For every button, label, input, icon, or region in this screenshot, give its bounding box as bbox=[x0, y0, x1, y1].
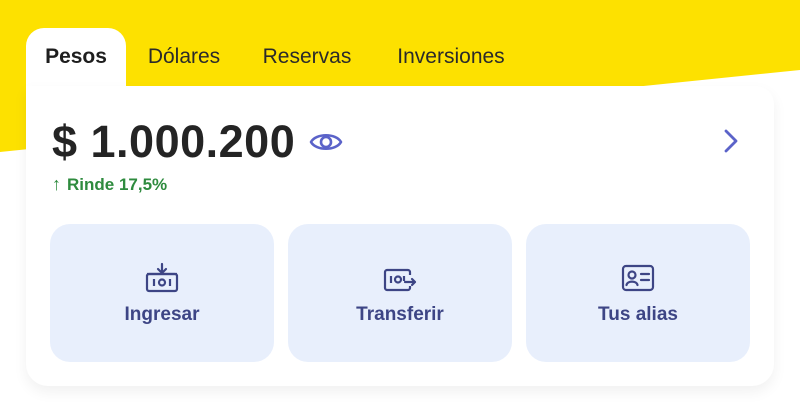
chevron-right-icon[interactable] bbox=[718, 124, 744, 158]
account-tabs: Pesos Dólares Reservas Inversiones bbox=[0, 0, 800, 90]
yield-indicator: ↑ Rinde 17,5% bbox=[52, 174, 167, 195]
tab-pesos[interactable]: Pesos bbox=[26, 28, 126, 88]
eye-icon[interactable] bbox=[309, 127, 345, 157]
deposit-button[interactable]: Ingresar bbox=[50, 224, 274, 362]
transfer-label: Transferir bbox=[356, 304, 444, 325]
arrow-up-icon: ↑ bbox=[52, 174, 61, 194]
balance-amount: $ 1.000.200 bbox=[52, 116, 296, 167]
balance-row: $ 1.000.200 bbox=[52, 114, 345, 170]
quick-actions: Ingresar Transferir Tus alias bbox=[50, 224, 750, 362]
tab-inversiones[interactable]: Inversiones bbox=[382, 28, 520, 88]
yield-label: Rinde 17,5% bbox=[67, 174, 168, 194]
balance-card: $ 1.000.200 ↑ Rinde 17,5% Ingresar Trans… bbox=[26, 86, 774, 386]
alias-button[interactable]: Tus alias bbox=[526, 224, 750, 362]
transfer-icon bbox=[383, 268, 417, 292]
alias-label: Tus alias bbox=[598, 304, 678, 325]
transfer-button[interactable]: Transferir bbox=[288, 224, 512, 362]
deposit-label: Ingresar bbox=[124, 304, 200, 325]
tab-reservas[interactable]: Reservas bbox=[248, 28, 366, 88]
alias-card-icon bbox=[621, 264, 655, 292]
deposit-icon bbox=[145, 262, 179, 293]
tab-dolares[interactable]: Dólares bbox=[132, 28, 236, 88]
